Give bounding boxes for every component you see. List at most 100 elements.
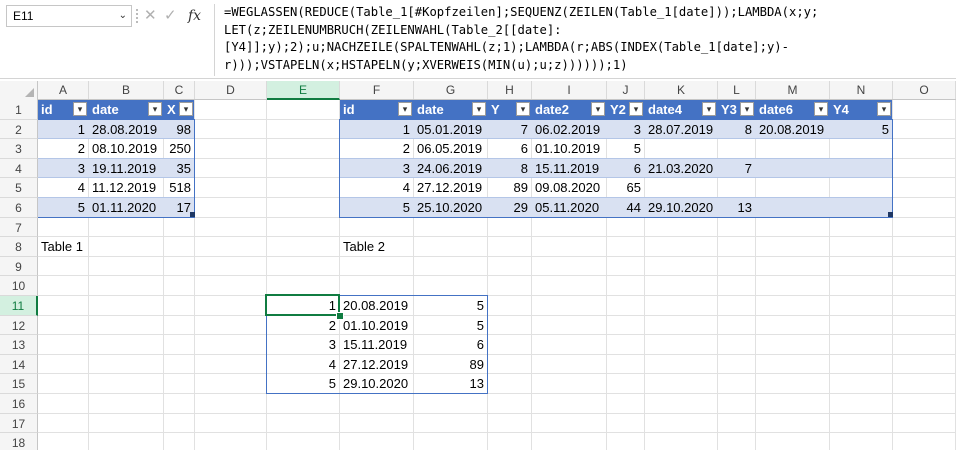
table-2-header-cell[interactable]: Y2 (607, 100, 629, 119)
table-2-cell[interactable]: 21.03.2020 (645, 159, 717, 178)
table-2-cell[interactable]: 20.08.2019 (756, 120, 829, 139)
table-1-cell[interactable]: 01.11.2020 (89, 198, 163, 217)
column-header-d[interactable]: D (195, 81, 267, 99)
table-1-cell[interactable]: 28.08.2019 (89, 120, 163, 139)
table-2-resize-handle[interactable] (888, 212, 893, 217)
table-2-cell[interactable]: 05.11.2020 (532, 198, 606, 217)
formula-input[interactable]: =WEGLASSEN(REDUCE(Table_1[#Kopfzeilen];S… (214, 4, 956, 76)
filter-dropdown-icon[interactable]: ▾ (629, 102, 643, 116)
column-header-h[interactable]: H (488, 81, 532, 99)
table-2-cell[interactable]: 01.10.2019 (532, 139, 606, 158)
table-2-cell[interactable]: 1 (340, 120, 413, 139)
table-2-cell[interactable] (830, 198, 892, 217)
column-header-o[interactable]: O (893, 81, 956, 99)
column-header-i[interactable]: I (532, 81, 607, 99)
row-header-9[interactable]: 9 (0, 257, 38, 276)
table-1-cell[interactable]: 2 (38, 139, 88, 158)
row-header-7[interactable]: 7 (0, 218, 38, 237)
table-2-cell[interactable] (645, 139, 717, 158)
table-2-cell[interactable]: 3 (607, 120, 644, 139)
table-2-header-cell[interactable]: id (340, 100, 398, 119)
column-header-a[interactable]: A (38, 81, 89, 99)
row-header-1[interactable]: 1 (0, 100, 38, 120)
table-2-cell[interactable]: 06.02.2019 (532, 120, 606, 139)
table-2-cell[interactable]: 06.05.2019 (414, 139, 487, 158)
table-2-cell[interactable]: 29.10.2020 (645, 198, 717, 217)
table-2-cell[interactable] (830, 178, 892, 197)
row-header-4[interactable]: 4 (0, 159, 38, 178)
table-2-cell[interactable] (645, 178, 717, 197)
table-2-cell[interactable]: 09.08.2020 (532, 178, 606, 197)
filter-dropdown-icon[interactable]: ▾ (148, 102, 162, 116)
table-2-cell[interactable] (830, 139, 892, 158)
worksheet-grid[interactable]: id ▾ date ▾ X ▾ 1 28.08.2019 98 2 08.10.2019 250 3 19… (0, 81, 956, 450)
row-header-13[interactable]: 13 (0, 335, 38, 355)
table-1-header-cell[interactable]: id (38, 100, 73, 119)
chevron-down-icon[interactable]: ⌄ (119, 6, 127, 26)
table-2-header-cell[interactable]: Y (488, 100, 516, 119)
row-header-14[interactable]: 14 (0, 355, 38, 374)
filter-dropdown-icon[interactable]: ▾ (591, 102, 605, 116)
table-2-cell[interactable] (718, 139, 755, 158)
filter-dropdown-icon[interactable]: ▾ (179, 102, 193, 116)
fill-handle[interactable] (336, 312, 344, 320)
table-2-cell[interactable] (756, 139, 829, 158)
table-1-cell[interactable]: 5 (38, 198, 88, 217)
table-1-cell[interactable]: 19.11.2019 (89, 159, 163, 178)
table-2-header-cell[interactable]: Y3 (718, 100, 740, 119)
table-2-cell[interactable]: 27.12.2019 (414, 178, 487, 197)
table-1-cell[interactable]: 1 (38, 120, 88, 139)
row-header-10[interactable]: 10 (0, 276, 38, 296)
column-header-b[interactable]: B (89, 81, 164, 99)
table-2-cell[interactable]: 05.01.2019 (414, 120, 487, 139)
table-1-cell[interactable]: 98 (164, 120, 194, 139)
table-2-cell[interactable]: 3 (340, 159, 413, 178)
table-2-cell[interactable]: 8 (488, 159, 531, 178)
filter-dropdown-icon[interactable]: ▾ (73, 102, 87, 116)
row-header-5[interactable]: 5 (0, 178, 38, 198)
table-2-cell[interactable] (756, 159, 829, 178)
column-header-g[interactable]: G (414, 81, 488, 99)
table-2-header-cell[interactable]: date2 (532, 100, 591, 119)
table-2-header-cell[interactable]: date (414, 100, 472, 119)
table-2-cell[interactable]: 65 (607, 178, 644, 197)
row-header-15[interactable]: 15 (0, 374, 38, 394)
row-header-3[interactable]: 3 (0, 139, 38, 159)
row-header-17[interactable]: 17 (0, 414, 38, 433)
table-2-cell[interactable]: 15.11.2019 (532, 159, 606, 178)
enter-icon[interactable]: ✓ (164, 5, 177, 27)
table-1-cell[interactable]: 518 (164, 178, 194, 197)
table-2-cell[interactable]: 5 (340, 198, 413, 217)
table-2-cell[interactable]: 2 (340, 139, 413, 158)
table-2-cell[interactable]: 7 (488, 120, 531, 139)
column-header-m[interactable]: M (756, 81, 830, 99)
row-header-12[interactable]: 12 (0, 316, 38, 335)
table-2-header-cell[interactable]: Y4 (830, 100, 877, 119)
table-2-cell[interactable] (718, 178, 755, 197)
name-box[interactable]: E11 ⌄ (6, 5, 132, 27)
table-2-cell[interactable]: 24.06.2019 (414, 159, 487, 178)
row-header-18[interactable]: 18 (0, 433, 38, 450)
column-header-j[interactable]: J (607, 81, 645, 99)
filter-dropdown-icon[interactable]: ▾ (702, 102, 716, 116)
filter-dropdown-icon[interactable]: ▾ (740, 102, 754, 116)
table-2-cell[interactable] (756, 198, 829, 217)
table-2-cell[interactable]: 7 (718, 159, 755, 178)
column-header-l[interactable]: L (718, 81, 756, 99)
table-2-cell[interactable]: 5 (830, 120, 892, 139)
column-header-c[interactable]: C (164, 81, 195, 99)
row-header-16[interactable]: 16 (0, 394, 38, 414)
table-2-cell[interactable]: 8 (718, 120, 755, 139)
row-header-6[interactable]: 6 (0, 198, 38, 218)
table-1-resize-handle[interactable] (190, 212, 195, 217)
insert-function-icon[interactable]: fx (188, 5, 201, 27)
table-1-cell[interactable]: 11.12.2019 (89, 178, 163, 197)
table-2-header-cell[interactable]: date6 (756, 100, 814, 119)
filter-dropdown-icon[interactable]: ▾ (398, 102, 412, 116)
table-2-cell[interactable] (830, 159, 892, 178)
table-1-cell[interactable]: 08.10.2019 (89, 139, 163, 158)
table-2-cell[interactable]: 4 (340, 178, 413, 197)
column-header-f[interactable]: F (340, 81, 414, 99)
select-all-corner[interactable] (0, 81, 38, 100)
table-2-cell[interactable]: 6 (488, 139, 531, 158)
